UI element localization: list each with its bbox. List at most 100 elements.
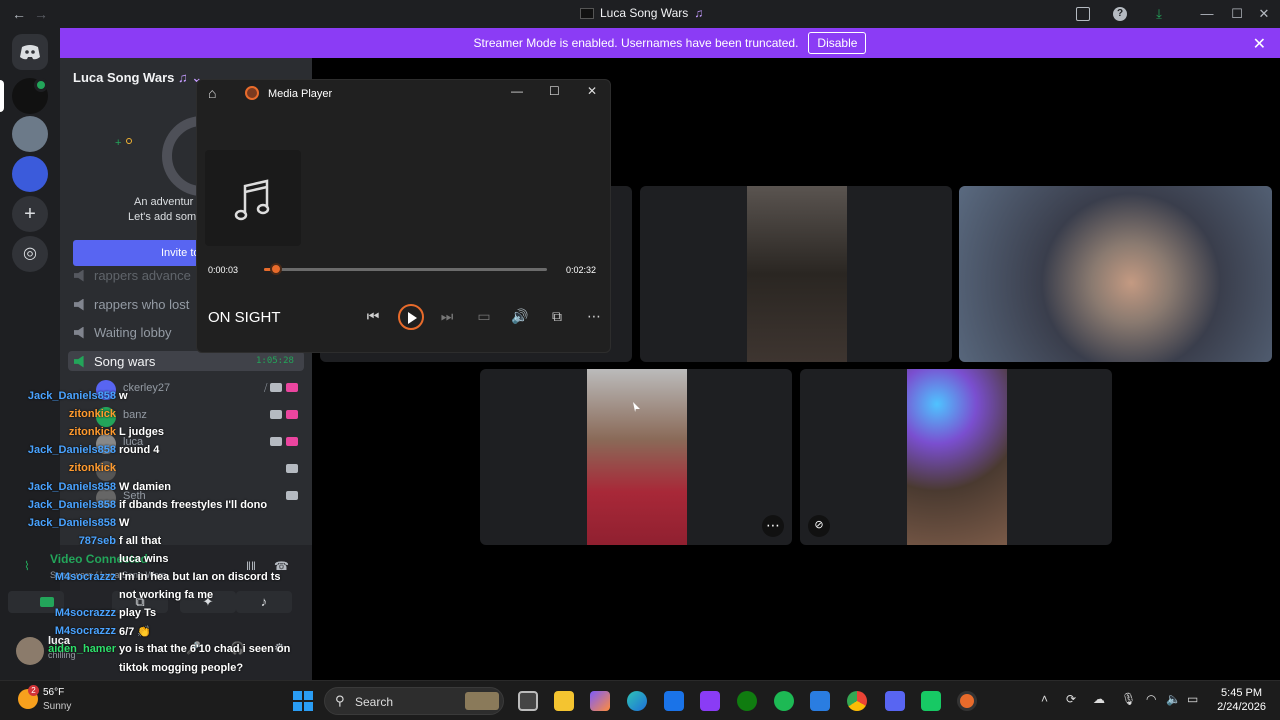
- previous-track-icon[interactable]: ⏮: [363, 308, 383, 325]
- chat-username[interactable]: zitonkick: [0, 408, 116, 420]
- voice-user-1[interactable]: ckerley27: [123, 382, 170, 394]
- back-arrow-icon[interactable]: ←: [12, 6, 26, 22]
- windows-start-icon[interactable]: [293, 691, 313, 711]
- taskbar: 2 56°F Sunny ⚲ Search ˄ ⟳ ☁ 🎙 ◠ 🔈 ▭ 5:45…: [0, 680, 1280, 720]
- video-feed: [907, 369, 1007, 545]
- edge-icon[interactable]: [627, 691, 647, 711]
- wifi-icon[interactable]: ◠: [1146, 692, 1156, 706]
- seek-thumb[interactable]: [269, 263, 282, 275]
- elapsed-time: 0:00:03: [208, 265, 239, 275]
- captions-icon[interactable]: ▭: [474, 308, 494, 325]
- spotify-icon[interactable]: [774, 691, 794, 711]
- chat-message: M4socrazzz 6/7 👏: [0, 625, 151, 638]
- selected-server-pill: [0, 80, 4, 112]
- mini-player-icon[interactable]: ⧉: [547, 308, 567, 325]
- video-tile-hoodie[interactable]: [959, 186, 1272, 362]
- home-icon[interactable]: ⌂: [208, 85, 216, 101]
- inbox-icon[interactable]: [1076, 7, 1090, 21]
- chat-message: 787seb f all that: [0, 535, 161, 547]
- chat-username[interactable]: zitonkick: [0, 462, 116, 474]
- weather-temperature[interactable]: 56°F: [43, 687, 64, 698]
- chrome-icon[interactable]: [847, 691, 867, 711]
- sync-icon[interactable]: ⟳: [1066, 692, 1076, 706]
- voice-activity-badge: [34, 78, 48, 92]
- app-green-icon[interactable]: [921, 691, 941, 711]
- chat-username[interactable]: M4socrazzz: [0, 571, 116, 583]
- speaker-icon: [74, 269, 84, 282]
- streamer-mode-text: Streamer Mode is enabled. Usernames have…: [473, 36, 799, 50]
- channel-rappers-who-lost[interactable]: rappers who lost: [74, 297, 189, 312]
- chat-username[interactable]: Jack_Daniels858: [0, 444, 116, 456]
- mail-icon[interactable]: [810, 691, 830, 711]
- soundboard-button[interactable]: ♪: [236, 591, 292, 613]
- store-icon[interactable]: [664, 691, 684, 711]
- speaker-icon: [74, 355, 84, 368]
- chat-username[interactable]: M4socrazzz: [0, 607, 116, 619]
- file-explorer-icon[interactable]: [554, 691, 574, 711]
- video-tile-car[interactable]: [640, 186, 952, 362]
- server-name[interactable]: Luca Song Wars ♫ ⌄: [73, 70, 202, 86]
- window-title-bar: ← → Luca Song Wars ♫ ? ⤓ — ☐ ✕: [0, 0, 1280, 28]
- server-icon-bot[interactable]: [12, 156, 48, 192]
- chat-username[interactable]: Jack_Daniels858: [0, 499, 116, 511]
- minimize-button[interactable]: —: [511, 84, 523, 98]
- speaker-icon[interactable]: 🔈: [1166, 692, 1181, 706]
- window-title-text: Luca Song Wars: [600, 6, 689, 20]
- maximize-button[interactable]: ☐: [1227, 4, 1247, 24]
- discord-icon[interactable]: [885, 691, 905, 711]
- search-box[interactable]: ⚲ Search: [324, 687, 504, 715]
- chat-username[interactable]: Jack_Daniels858: [0, 517, 116, 529]
- close-button[interactable]: ✕: [1254, 4, 1274, 24]
- app-icon[interactable]: [700, 691, 720, 711]
- search-label: Search: [355, 695, 394, 709]
- download-icon[interactable]: ⤓: [1149, 4, 1169, 24]
- muted-mic-icon: ⧸: [264, 383, 268, 394]
- media-player-icon[interactable]: [957, 691, 977, 711]
- channel-waiting-lobby[interactable]: Waiting lobby: [74, 325, 172, 340]
- task-view-icon[interactable]: [518, 691, 538, 711]
- close-icon[interactable]: ✕: [1253, 34, 1266, 54]
- battery-icon[interactable]: ▭: [1187, 692, 1198, 706]
- help-icon[interactable]: ?: [1113, 7, 1127, 21]
- more-options-icon[interactable]: ⋯: [762, 515, 784, 537]
- copilot-icon[interactable]: [590, 691, 610, 711]
- voice-user-2[interactable]: banz: [123, 409, 147, 421]
- video-tile-party[interactable]: ⊘: [800, 369, 1112, 545]
- play-button[interactable]: [398, 304, 424, 330]
- more-options-icon[interactable]: ⋯: [584, 308, 604, 325]
- chat-message: zitonkick: [0, 462, 116, 474]
- next-track-icon[interactable]: ⏭: [437, 308, 457, 325]
- add-server-icon[interactable]: +: [12, 196, 48, 232]
- volume-icon[interactable]: 🔊: [510, 308, 530, 325]
- cloud-icon[interactable]: ☁: [1093, 692, 1105, 706]
- xbox-icon[interactable]: [737, 691, 757, 711]
- chat-username[interactable]: Jack_Daniels858: [0, 390, 116, 402]
- media-player-window: ⌂ Media Player — ☐ ✕ 0:00:03 0:02:32 ON …: [196, 79, 611, 353]
- video-tile-cap[interactable]: ⋯: [480, 369, 792, 545]
- channel-label: rappers who lost: [94, 297, 190, 312]
- chat-message: not working fa me: [0, 589, 213, 601]
- chat-username[interactable]: Jack_Daniels858: [0, 481, 116, 493]
- explore-servers-icon[interactable]: ◎: [12, 236, 48, 272]
- chevron-up-icon[interactable]: ˄: [1041, 692, 1048, 706]
- close-button[interactable]: ✕: [587, 84, 597, 98]
- chat-username[interactable]: zitonkick: [0, 426, 116, 438]
- server-icon-person[interactable]: [12, 116, 48, 152]
- total-duration: 0:02:32: [566, 265, 597, 275]
- clock-time[interactable]: 5:45 PM: [1221, 687, 1262, 699]
- channel-rappers-advance[interactable]: rappers advance: [74, 268, 191, 283]
- chat-username[interactable]: aiden_hamer: [0, 643, 116, 655]
- minimize-button[interactable]: —: [1197, 4, 1217, 24]
- clock-date[interactable]: 2/24/2026: [1217, 701, 1266, 713]
- chat-username[interactable]: M4socrazzz: [0, 625, 116, 637]
- maximize-button[interactable]: ☐: [549, 84, 560, 98]
- chat-username[interactable]: 787seb: [0, 535, 116, 547]
- forward-arrow-icon[interactable]: →: [34, 6, 48, 22]
- microphone-icon[interactable]: 🎙: [1121, 692, 1136, 706]
- camera-icon: [270, 383, 282, 392]
- discord-home-icon[interactable]: [12, 34, 48, 70]
- muted-mic-icon: ⊘: [808, 515, 830, 537]
- seek-bar[interactable]: [264, 263, 547, 275]
- chat-message: M4socrazzz I'm in hea but Ian on discord …: [0, 571, 281, 583]
- disable-streamer-mode-button[interactable]: Disable: [808, 32, 867, 54]
